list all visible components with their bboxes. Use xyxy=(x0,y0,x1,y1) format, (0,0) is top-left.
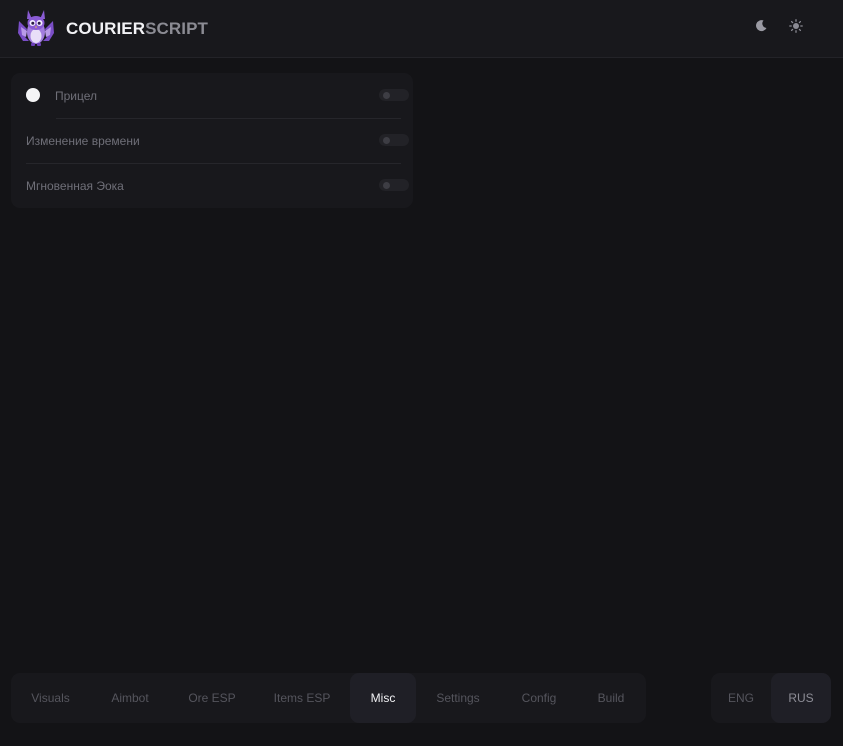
tab-ore-esp[interactable]: Ore ESP xyxy=(170,673,254,723)
language-switcher: ENG RUS xyxy=(711,673,831,723)
main-tab-bar: Visuals Aimbot Ore ESP Items ESP Misc Se… xyxy=(11,673,646,723)
moon-icon xyxy=(754,19,768,38)
top-bar: COURIERSCRIPT xyxy=(0,0,843,58)
toggle-knob xyxy=(383,92,390,99)
crosshair-toggle[interactable] xyxy=(379,89,409,101)
tab-items-esp[interactable]: Items ESP xyxy=(254,673,350,723)
tab-misc[interactable]: Misc xyxy=(350,673,416,723)
crosshair-row: Прицел xyxy=(11,73,413,118)
sun-icon xyxy=(789,18,803,38)
dark-theme-button[interactable] xyxy=(753,19,769,38)
light-theme-button[interactable] xyxy=(788,18,804,38)
crosshair-label: Прицел xyxy=(55,89,98,103)
crosshair-color-dot[interactable] xyxy=(26,88,40,102)
time-change-label: Изменение времени xyxy=(26,134,140,148)
time-change-row: Изменение времени xyxy=(11,118,413,163)
brand-name-bold: COURIER xyxy=(66,19,146,38)
tab-settings[interactable]: Settings xyxy=(416,673,500,723)
instant-eoka-row: Мгновенная Эока xyxy=(11,163,413,208)
tab-aimbot[interactable]: Aimbot xyxy=(90,673,170,723)
owl-logo-icon xyxy=(15,7,57,49)
language-rus-button[interactable]: RUS xyxy=(771,673,831,723)
tab-config[interactable]: Config xyxy=(500,673,578,723)
toggle-knob xyxy=(383,137,390,144)
toggle-knob xyxy=(383,182,390,189)
tab-build[interactable]: Build xyxy=(578,673,644,723)
brand-title: COURIERSCRIPT xyxy=(66,20,208,38)
instant-eoka-toggle[interactable] xyxy=(379,179,409,191)
instant-eoka-label: Мгновенная Эока xyxy=(26,179,124,193)
language-eng-button[interactable]: ENG xyxy=(711,673,771,723)
misc-settings-panel: Прицел Изменение времени Мгновенная Эока xyxy=(11,73,413,208)
brand-name-light: SCRIPT xyxy=(145,19,209,38)
tab-visuals[interactable]: Visuals xyxy=(11,673,90,723)
time-change-toggle[interactable] xyxy=(379,134,409,146)
